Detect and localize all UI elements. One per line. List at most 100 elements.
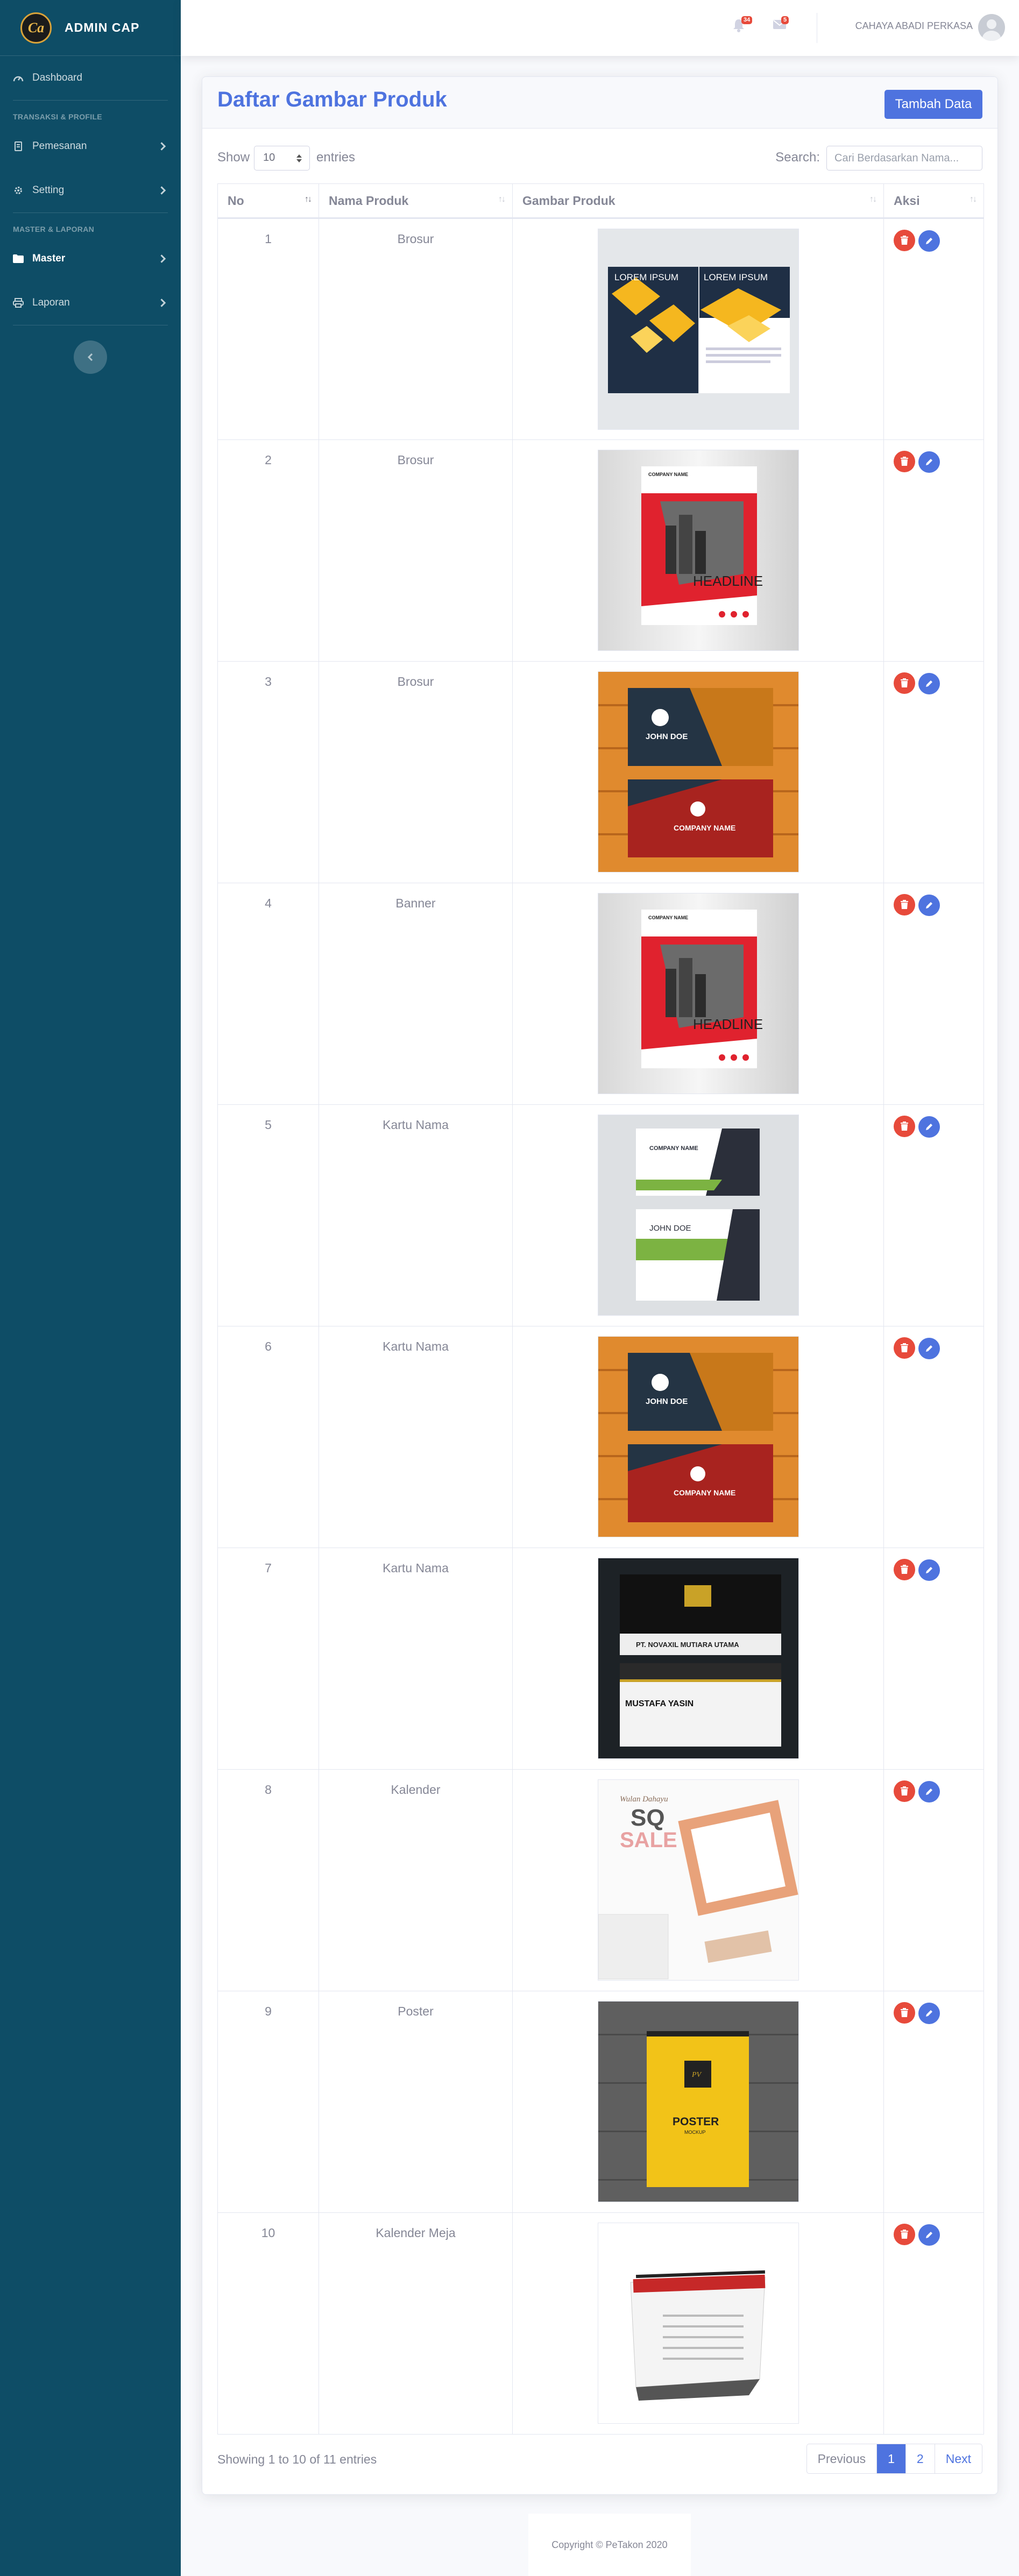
table-row: 6 Kartu Nama JOHN DOE COMPANY NAME: [217, 1326, 984, 1548]
entries-select[interactable]: 10: [254, 146, 310, 171]
product-thumbnail[interactable]: [597, 2223, 799, 2424]
pencil-icon: [926, 459, 932, 465]
product-thumbnail[interactable]: JOHN DOE COMPANY NAME: [597, 1336, 799, 1537]
delete-button[interactable]: [894, 451, 915, 472]
pagination-next[interactable]: Next: [934, 2444, 982, 2473]
thumb-text: HEADLINE: [693, 573, 763, 589]
add-data-button[interactable]: Tambah Data: [884, 90, 982, 119]
sidebar-item-label: Master: [32, 253, 66, 264]
edit-button[interactable]: [918, 673, 940, 694]
pagination-page-1[interactable]: 1: [876, 2444, 905, 2473]
product-images-card: Daftar Gambar Produk Tambah Data Show 10…: [202, 76, 998, 2495]
table-footer: Showing 1 to 10 of 11 entries Previous 1…: [217, 2444, 982, 2474]
delete-button[interactable]: [894, 672, 915, 694]
delete-button[interactable]: [894, 1116, 915, 1137]
delete-button[interactable]: [894, 2224, 915, 2245]
receipt-icon: [13, 141, 24, 152]
product-thumbnail[interactable]: COMPANY NAME JOHN DOE: [597, 1115, 799, 1316]
thumb-text: LOREM IPSUM: [704, 272, 768, 282]
edit-button[interactable]: [918, 2224, 940, 2246]
delete-button[interactable]: [894, 230, 915, 251]
product-thumbnail[interactable]: PV POSTER MOCKUP: [597, 2001, 799, 2202]
edit-button[interactable]: [918, 1559, 940, 1581]
edit-button[interactable]: [918, 1781, 940, 1803]
brand-logo: Ca: [20, 12, 52, 44]
table-row: 8 Kalender Wulan Dahayu SQ SALE: [217, 1769, 984, 1991]
cell-actions: [883, 1991, 984, 2213]
sidebar-item-label: Laporan: [32, 297, 70, 308]
thumb-text: LOREM IPSUM: [614, 272, 678, 282]
trash-icon: [901, 2230, 908, 2239]
avatar[interactable]: [978, 14, 1005, 41]
sort-icon: ↑↓: [869, 195, 877, 204]
sidebar-item-master[interactable]: Master: [0, 237, 181, 281]
caret-down-icon: [296, 159, 302, 162]
alerts-button[interactable]: 34: [733, 16, 753, 34]
sidebar-item-dashboard[interactable]: Dashboard: [0, 56, 181, 100]
delete-button[interactable]: [894, 1337, 915, 1359]
table-row: 10 Kalender Meja: [217, 2212, 984, 2435]
pencil-icon: [926, 680, 932, 687]
sidebar-item-pemesanan[interactable]: Pemesanan: [0, 124, 181, 168]
pagination-page-2[interactable]: 2: [905, 2444, 935, 2473]
table-header-row: No ↑↓ Nama Produk ↑↓ Gambar Produk ↑↓ Aksi ↑…: [217, 183, 984, 219]
sidebar: Ca ADMIN CAP Dashboard Transaksi & Profi…: [0, 0, 181, 2576]
thumb-text: PT. NOVAXIL MUTIARA UTAMA: [636, 1641, 739, 1649]
column-header-image[interactable]: Gambar Produk ↑↓: [512, 183, 884, 219]
user-name[interactable]: CAHAYA ABADI PERKASA: [855, 20, 973, 32]
column-header-action[interactable]: Aksi ↑↓: [883, 183, 984, 219]
sidebar-item-laporan[interactable]: Laporan: [0, 281, 181, 325]
pencil-icon: [926, 1789, 932, 1795]
table-row: 5 Kartu Nama COMPANY NAME JOHN DOE: [217, 1104, 984, 1326]
product-thumbnail[interactable]: COMPANY NAME HEADLINE: [597, 450, 799, 651]
pagination: Previous 1 2 Next: [806, 2444, 982, 2474]
delete-button[interactable]: [894, 1780, 915, 1802]
sidebar-item-label: Dashboard: [32, 72, 82, 83]
messages-button[interactable]: 5: [773, 16, 789, 34]
sidebar-item-label: Setting: [32, 184, 65, 196]
thumb-text: COMPANY NAME: [674, 1488, 735, 1497]
product-thumbnail[interactable]: PT. NOVAXIL MUTIARA UTAMA MUSTAFA YASIN: [597, 1558, 799, 1759]
trash-icon: [901, 1786, 908, 1796]
trash-icon: [901, 1343, 908, 1352]
brochure-headline-image: COMPANY NAME HEADLINE: [598, 893, 798, 1094]
sidebar-toggle-button[interactable]: [74, 340, 107, 374]
product-thumbnail[interactable]: COMPANY NAME HEADLINE: [597, 893, 799, 1094]
edit-button[interactable]: [918, 1338, 940, 1359]
tachometer-icon: [13, 73, 24, 83]
product-thumbnail[interactable]: JOHN DOE COMPANY NAME: [597, 671, 799, 872]
column-header-no[interactable]: No ↑↓: [217, 183, 319, 219]
edit-button[interactable]: [918, 2003, 940, 2024]
thumb-text: MUSTAFA YASIN: [625, 1699, 694, 1708]
delete-button[interactable]: [894, 2002, 915, 2024]
chevron-right-icon: [157, 186, 166, 195]
cell-actions: [883, 439, 984, 662]
pagination-previous[interactable]: Previous: [807, 2444, 876, 2473]
column-header-name[interactable]: Nama Produk ↑↓: [319, 183, 513, 219]
cell-no: 1: [217, 218, 319, 440]
table-row: 7 Kartu Nama PT. NOVAXIL MUTIARA UTAMA MU…: [217, 1548, 984, 1770]
business-card-wood-image: JOHN DOE COMPANY NAME: [598, 672, 798, 872]
table-info: Showing 1 to 10 of 11 entries: [217, 2452, 377, 2466]
entries-value: 10: [263, 152, 275, 164]
sort-icon: ↑↓: [498, 195, 506, 204]
thumb-text: HEADLINE: [693, 1016, 763, 1032]
edit-button[interactable]: [918, 451, 940, 473]
delete-button[interactable]: [894, 894, 915, 916]
cell-product-name: Poster: [319, 1991, 513, 2213]
edit-button[interactable]: [918, 895, 940, 916]
sidebar-brand[interactable]: Ca ADMIN CAP: [0, 0, 181, 56]
edit-button[interactable]: [918, 230, 940, 252]
product-thumbnail[interactable]: Wulan Dahayu SQ SALE: [597, 1779, 799, 1981]
pencil-icon: [926, 1567, 932, 1573]
business-card-wood-image: JOHN DOE COMPANY NAME: [598, 1337, 798, 1537]
thumb-text: COMPANY NAME: [674, 824, 735, 832]
edit-button[interactable]: [918, 1116, 940, 1138]
delete-button[interactable]: [894, 1559, 915, 1580]
copyright-text: Copyright © PeTakon 2020: [551, 2539, 668, 2550]
sidebar-item-setting[interactable]: Setting: [0, 168, 181, 212]
cell-no: 8: [217, 1769, 319, 1991]
trash-icon: [901, 678, 908, 687]
search-input[interactable]: [826, 146, 982, 171]
product-thumbnail[interactable]: LOREM IPSUM LOREM IPSUM: [597, 229, 799, 430]
